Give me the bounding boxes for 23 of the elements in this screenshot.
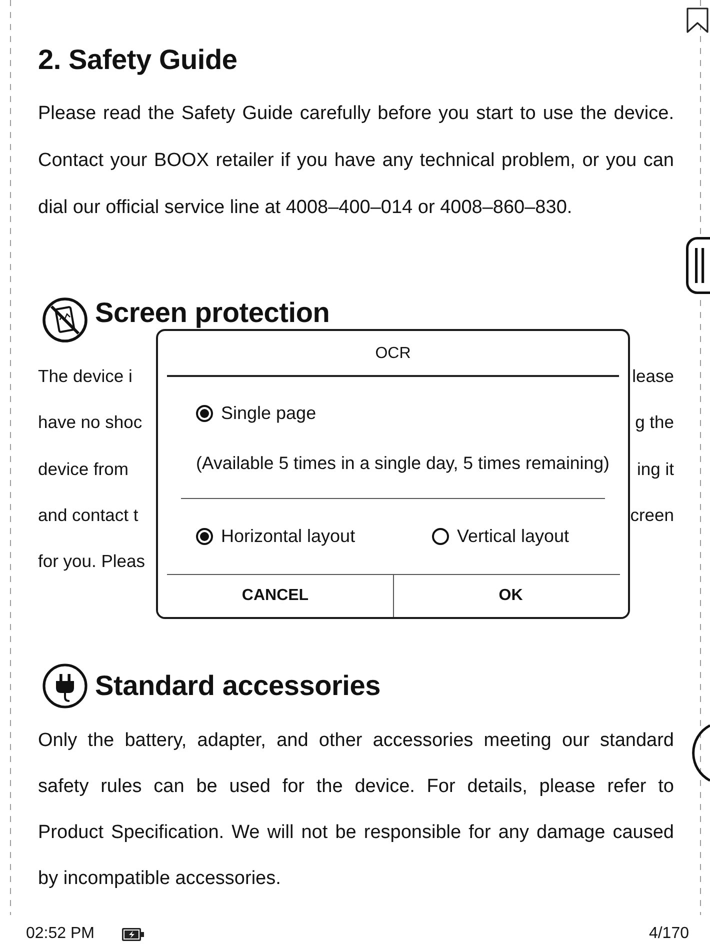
plug-icon <box>42 662 88 709</box>
paragraph-text: Only the battery, adapter, and other accessories meeting our standard safety rules can be used for the device. For details, please refer to Product Specification. We will not be responsible for any damage caused by incompatible accessories. <box>38 728 674 891</box>
radio-button[interactable] <box>432 528 449 544</box>
section-heading: Standard accessories <box>95 668 380 703</box>
prohibited-tablet-icon <box>42 297 88 343</box>
paragraph-text: Please read the Safety Guide carefully before you start to use the device. Contact your BOOX retailer if you have any technical problem, or you can dial our official service line at 4008–400–014 or 4008–860–830. <box>38 102 674 220</box>
radio-option[interactable]: Single page <box>196 401 316 425</box>
clock-time: 02:52 PM <box>26 925 94 943</box>
side-handle[interactable] <box>686 237 710 294</box>
page-counter: 4/170 <box>648 925 689 943</box>
battery-icon <box>122 928 144 940</box>
usage-note: (Available 5 times in a single day, 5 times remaining) <box>195 452 610 474</box>
dialog-button[interactable]: OK <box>392 574 628 617</box>
radio-option[interactable]: Vertical layout <box>432 524 570 548</box>
bookmark-icon[interactable] <box>686 7 709 34</box>
radio-option[interactable]: Horizontal layout <box>196 524 356 548</box>
dialog-title: OCR <box>374 344 412 364</box>
paragraph-text: lease g the ing it creen <box>630 365 674 527</box>
section-heading: Screen protection <box>95 297 330 328</box>
section-heading: 2. Safety Guide <box>38 43 238 77</box>
radio-button[interactable] <box>196 528 213 544</box>
radio-button[interactable] <box>196 404 213 422</box>
paragraph-text: The device i have no shoc device from and contact t for you. Pleas <box>38 365 145 574</box>
